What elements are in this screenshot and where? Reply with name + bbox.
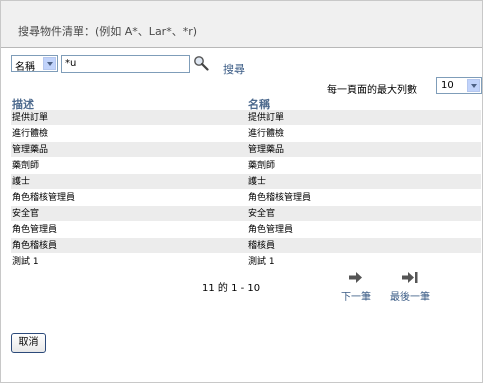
max-rows-value: 10 [441,80,454,91]
cell-description: 測試 1 [12,257,39,267]
search-button[interactable]: 搜尋 [223,61,245,77]
table-row[interactable]: 角色稽核員 稽核員 [11,238,481,254]
max-rows-label: 每一頁面的最大列數 [327,85,417,96]
table-row[interactable]: 進行體檢 進行體檢 [11,126,481,142]
cell-description: 角色稽核員 [12,241,58,251]
table-row[interactable]: 安全官 安全官 [11,206,481,222]
cancel-button[interactable]: 取消 [11,333,46,353]
cell-name: 藥劑師 [248,161,276,171]
results-table: 提供訂單 提供訂單 進行體檢 進行體檢 管理藥品 管理藥品 藥劑師 藥劑師 護士 護士 角… [11,110,481,270]
search-field-select[interactable]: 名稱 [11,55,58,73]
next-page-label: 下一筆 [341,292,371,303]
table-row[interactable]: 角色稽核管理員 角色稽核管理員 [11,190,481,206]
page-title: 搜尋物件清單：(例如 A*、Lar*、*r) [18,25,198,38]
cell-name: 測試 1 [248,257,275,267]
cell-name: 角色管理員 [248,225,294,235]
cell-description: 管理藥品 [12,145,49,155]
cell-name: 角色稽核管理員 [248,193,312,203]
cell-description: 提供訂單 [12,113,49,123]
table-row[interactable]: 護士 護士 [11,174,481,190]
pager-status: 11 的 1 - 10 [202,283,261,294]
last-page-button[interactable]: 最後一筆 [384,272,436,303]
max-rows-select[interactable]: 10 [436,77,482,94]
arrow-right-icon [349,272,362,283]
search-field-value: 名稱 [15,62,35,73]
cell-description: 角色管理員 [12,225,58,235]
table-row[interactable]: 角色管理員 角色管理員 [11,222,481,238]
table-row[interactable]: 管理藥品 管理藥品 [11,142,481,158]
cell-name: 提供訂單 [248,113,285,123]
table-row[interactable]: 測試 1 測試 1 [11,254,481,270]
cell-name: 安全官 [248,209,276,219]
search-input[interactable]: *u [61,55,190,73]
cell-description: 藥劑師 [12,161,40,171]
cell-name: 管理藥品 [248,145,285,155]
last-page-label: 最後一筆 [390,292,430,303]
cell-description: 安全官 [12,209,40,219]
arrow-last-icon [402,272,418,283]
next-page-button[interactable]: 下一筆 [336,272,376,303]
table-row[interactable]: 提供訂單 提供訂單 [11,110,481,126]
header-bar: 搜尋物件清單：(例如 A*、Lar*、*r) [1,1,482,48]
cell-description: 角色稽核管理員 [12,193,76,203]
cell-name: 進行體檢 [248,129,285,139]
cell-name: 護士 [248,177,267,187]
chevron-down-icon[interactable] [467,79,480,92]
chevron-down-icon[interactable] [43,57,56,70]
cell-name: 稽核員 [248,241,276,251]
cell-description: 護士 [12,177,31,187]
search-input-value: *u [65,58,77,69]
cell-description: 進行體檢 [12,129,49,139]
search-icon[interactable] [193,55,209,71]
table-row[interactable]: 藥劑師 藥劑師 [11,158,481,174]
